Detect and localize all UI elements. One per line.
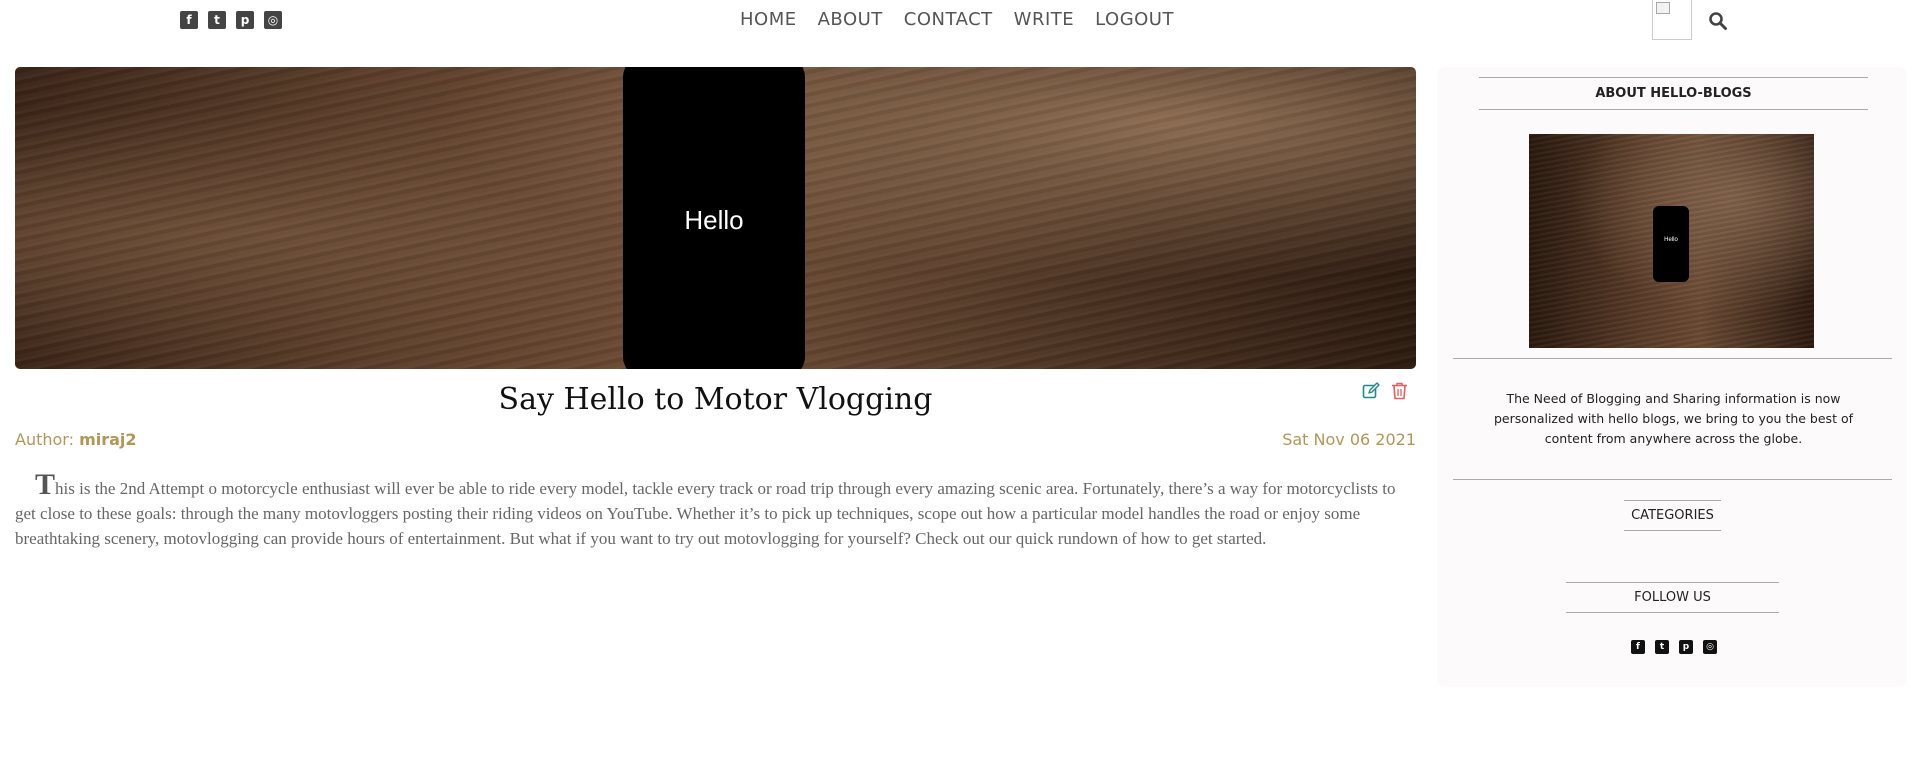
profile-avatar[interactable]	[1652, 0, 1692, 40]
author-name-link[interactable]: miraj2	[79, 430, 136, 449]
main-nav: HOME ABOUT CONTACT WRITE LOGOUT	[740, 9, 1174, 30]
pinterest-square-icon[interactable]: p	[1679, 640, 1693, 654]
about-image-text: Hello	[1664, 237, 1678, 243]
nav-home-link[interactable]: HOME	[740, 9, 797, 30]
pinterest-square-icon[interactable]: p	[236, 11, 254, 29]
author-label: Author:	[15, 430, 80, 449]
about-image: Hello	[1529, 134, 1814, 348]
instagram-square-icon[interactable]: ◎	[1703, 640, 1717, 654]
nav-contact-link[interactable]: CONTACT	[904, 9, 993, 30]
hero-image-text: Hello	[684, 205, 744, 235]
edit-icon[interactable]	[1362, 382, 1380, 400]
facebook-square-icon[interactable]: f	[180, 11, 198, 29]
nav-write-link[interactable]: WRITE	[1014, 9, 1074, 30]
nav-about-link[interactable]: ABOUT	[818, 9, 883, 30]
sidebar-divider	[1453, 479, 1892, 480]
twitter-square-icon[interactable]: t	[208, 11, 226, 29]
post-body-dropcap: T	[35, 468, 56, 501]
categories-title: CATEGORIES	[1624, 500, 1721, 531]
about-phone-graphic	[1653, 206, 1689, 282]
post-date: Sat Nov 06 2021	[1282, 430, 1416, 449]
post-meta: Author: miraj2 Sat Nov 06 2021	[15, 424, 1416, 454]
about-title: ABOUT HELLO-BLOGS	[1479, 77, 1868, 110]
facebook-square-icon[interactable]: f	[1631, 640, 1645, 654]
post-body-text: his is the 2nd Attempt o motorcycle enth…	[15, 479, 1396, 548]
post-hero-image: Hello	[15, 67, 1416, 369]
sidebar-divider	[1453, 358, 1892, 359]
post-title: Say Hello to Motor Vlogging	[498, 382, 933, 417]
sidebar-social-icons: f t p ◎	[1631, 640, 1717, 654]
follow-us-title: FOLLOW US	[1566, 582, 1779, 613]
search-icon[interactable]	[1708, 11, 1728, 31]
trash-icon[interactable]	[1391, 382, 1408, 400]
about-description: The Need of Blogging and Sharing informa…	[1493, 391, 1853, 446]
post-body: This is the 2nd Attempt o motorcycle ent…	[15, 470, 1416, 551]
post-author: Author: miraj2	[15, 430, 137, 449]
top-social-icons: f t p ◎	[180, 11, 282, 29]
twitter-square-icon[interactable]: t	[1655, 640, 1669, 654]
top-bar: f t p ◎ HOME ABOUT CONTACT WRITE LOGOUT	[0, 0, 1914, 44]
sidebar: ABOUT HELLO-BLOGS Hello The Need of Blog…	[1437, 67, 1907, 687]
nav-logout-link[interactable]: LOGOUT	[1095, 9, 1174, 30]
single-post: Hello Say Hello to Motor Vlogging Author…	[15, 67, 1416, 551]
post-header: Say Hello to Motor Vlogging	[15, 369, 1416, 424]
instagram-square-icon[interactable]: ◎	[264, 11, 282, 29]
